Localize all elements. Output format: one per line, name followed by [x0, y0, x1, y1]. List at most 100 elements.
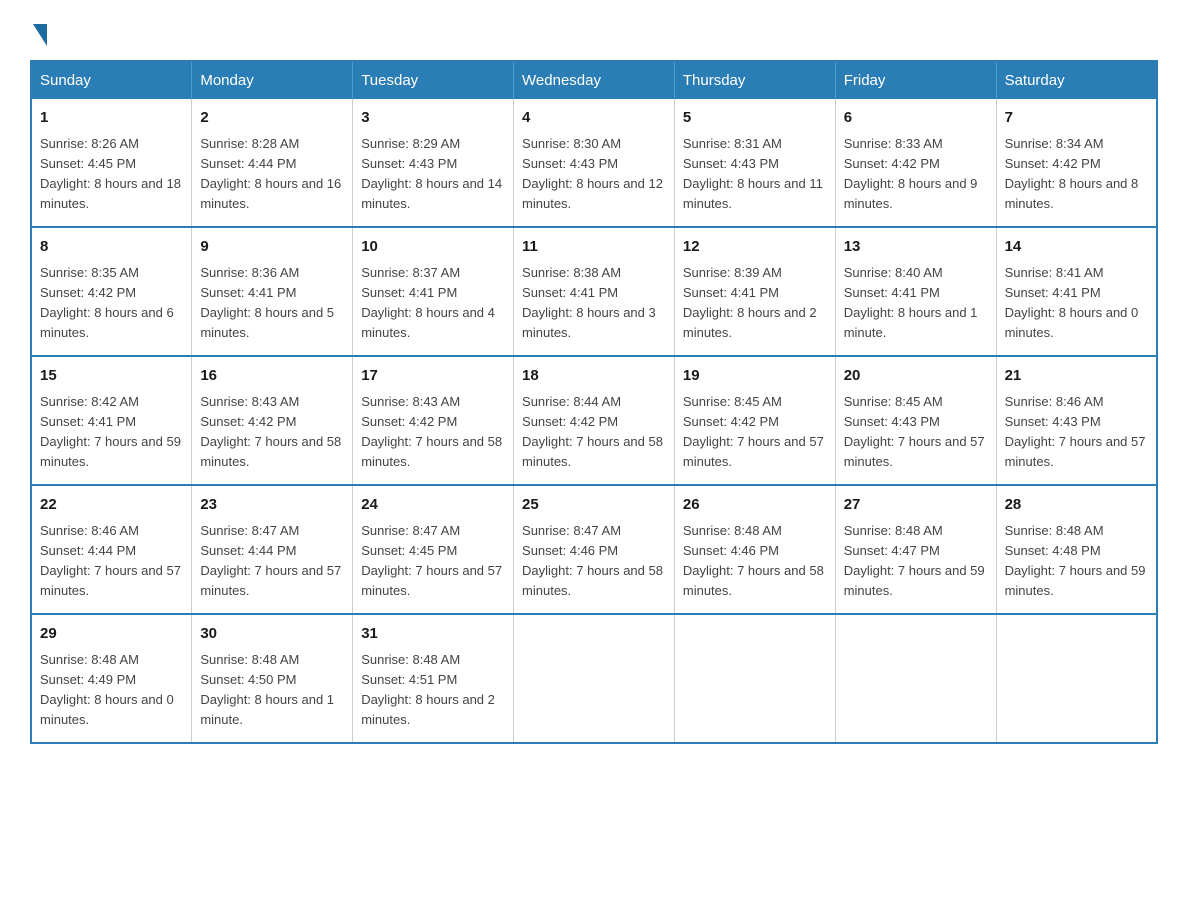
- calendar-day-cell: 21Sunrise: 8:46 AMSunset: 4:43 PMDayligh…: [996, 356, 1157, 485]
- day-number: 9: [200, 236, 344, 259]
- day-info: Sunrise: 8:34 AMSunset: 4:42 PMDaylight:…: [1005, 134, 1148, 215]
- day-of-week-header: Thursday: [674, 61, 835, 99]
- day-number: 26: [683, 494, 827, 517]
- day-number: 25: [522, 494, 666, 517]
- logo-triangle-icon: [33, 24, 47, 46]
- day-info: Sunrise: 8:48 AMSunset: 4:49 PMDaylight:…: [40, 650, 183, 731]
- calendar-day-cell: 13Sunrise: 8:40 AMSunset: 4:41 PMDayligh…: [835, 227, 996, 356]
- calendar-day-cell: 10 Sunrise: 8:37 AMSunset: 4:41 PMDayligh…: [353, 227, 514, 356]
- day-number: 11: [522, 236, 666, 259]
- day-of-week-header: Wednesday: [514, 61, 675, 99]
- calendar-week-row: 29 Sunrise: 8:48 AMSunset: 4:49 PMDayligh…: [31, 614, 1157, 743]
- day-number: 14: [1005, 236, 1148, 259]
- day-of-week-header: Tuesday: [353, 61, 514, 99]
- day-info: Sunrise: 8:47 AMSunset: 4:45 PMDaylight:…: [361, 521, 505, 602]
- calendar-day-cell: 4Sunrise: 8:30 AMSunset: 4:43 PMDaylight…: [514, 99, 675, 227]
- calendar-week-row: 22 Sunrise: 8:46 AMSunset: 4:44 PMDayligh…: [31, 485, 1157, 614]
- day-number: 10: [361, 236, 505, 259]
- calendar-day-cell: 29 Sunrise: 8:48 AMSunset: 4:49 PMDayligh…: [31, 614, 192, 743]
- day-number: 30: [200, 623, 344, 646]
- calendar-day-cell: 26 Sunrise: 8:48 AMSunset: 4:46 PMDayligh…: [674, 485, 835, 614]
- page-header: [30, 20, 1158, 42]
- calendar-week-row: 8 Sunrise: 8:35 AMSunset: 4:42 PMDaylight…: [31, 227, 1157, 356]
- day-info: Sunrise: 8:29 AMSunset: 4:43 PMDaylight:…: [361, 134, 505, 215]
- calendar-body: 1Sunrise: 8:26 AMSunset: 4:45 PMDaylight…: [31, 99, 1157, 743]
- day-number: 3: [361, 107, 505, 130]
- day-number: 16: [200, 365, 344, 388]
- day-info: Sunrise: 8:36 AMSunset: 4:41 PMDaylight:…: [200, 263, 344, 344]
- calendar-day-cell: 18 Sunrise: 8:44 AMSunset: 4:42 PMDayligh…: [514, 356, 675, 485]
- calendar-day-cell: 24 Sunrise: 8:47 AMSunset: 4:45 PMDayligh…: [353, 485, 514, 614]
- day-info: Sunrise: 8:43 AMSunset: 4:42 PMDaylight:…: [200, 392, 344, 473]
- calendar-day-cell: 7 Sunrise: 8:34 AMSunset: 4:42 PMDaylight…: [996, 99, 1157, 227]
- calendar-day-cell: 9 Sunrise: 8:36 AMSunset: 4:41 PMDaylight…: [192, 227, 353, 356]
- calendar-day-cell: 22 Sunrise: 8:46 AMSunset: 4:44 PMDayligh…: [31, 485, 192, 614]
- day-number: 5: [683, 107, 827, 130]
- day-of-week-header: Sunday: [31, 61, 192, 99]
- calendar-day-cell: [514, 614, 675, 743]
- day-info: Sunrise: 8:38 AMSunset: 4:41 PMDaylight:…: [522, 263, 666, 344]
- day-number: 19: [683, 365, 827, 388]
- calendar-day-cell: 8 Sunrise: 8:35 AMSunset: 4:42 PMDaylight…: [31, 227, 192, 356]
- day-number: 21: [1005, 365, 1148, 388]
- day-info: Sunrise: 8:45 AMSunset: 4:43 PMDaylight:…: [844, 392, 988, 473]
- day-info: Sunrise: 8:43 AMSunset: 4:42 PMDaylight:…: [361, 392, 505, 473]
- calendar-day-cell: 23Sunrise: 8:47 AMSunset: 4:44 PMDayligh…: [192, 485, 353, 614]
- day-info: Sunrise: 8:37 AMSunset: 4:41 PMDaylight:…: [361, 263, 505, 344]
- day-number: 18: [522, 365, 666, 388]
- day-info: Sunrise: 8:33 AMSunset: 4:42 PMDaylight:…: [844, 134, 988, 215]
- day-number: 27: [844, 494, 988, 517]
- day-info: Sunrise: 8:40 AMSunset: 4:41 PMDaylight:…: [844, 263, 988, 344]
- logo: [30, 20, 47, 42]
- day-info: Sunrise: 8:46 AMSunset: 4:44 PMDaylight:…: [40, 521, 183, 602]
- day-info: Sunrise: 8:41 AMSunset: 4:41 PMDaylight:…: [1005, 263, 1148, 344]
- calendar-day-cell: 2 Sunrise: 8:28 AMSunset: 4:44 PMDaylight…: [192, 99, 353, 227]
- day-info: Sunrise: 8:35 AMSunset: 4:42 PMDaylight:…: [40, 263, 183, 344]
- calendar-day-cell: 14 Sunrise: 8:41 AMSunset: 4:41 PMDayligh…: [996, 227, 1157, 356]
- day-info: Sunrise: 8:48 AMSunset: 4:46 PMDaylight:…: [683, 521, 827, 602]
- day-number: 20: [844, 365, 988, 388]
- calendar-day-cell: 6 Sunrise: 8:33 AMSunset: 4:42 PMDaylight…: [835, 99, 996, 227]
- calendar-day-cell: 15 Sunrise: 8:42 AMSunset: 4:41 PMDayligh…: [31, 356, 192, 485]
- day-info: Sunrise: 8:45 AMSunset: 4:42 PMDaylight:…: [683, 392, 827, 473]
- day-of-week-header: Monday: [192, 61, 353, 99]
- calendar-table: SundayMondayTuesdayWednesdayThursdayFrid…: [30, 60, 1158, 744]
- day-info: Sunrise: 8:44 AMSunset: 4:42 PMDaylight:…: [522, 392, 666, 473]
- calendar-day-cell: 28 Sunrise: 8:48 AMSunset: 4:48 PMDayligh…: [996, 485, 1157, 614]
- day-info: Sunrise: 8:28 AMSunset: 4:44 PMDaylight:…: [200, 134, 344, 215]
- day-of-week-header: Friday: [835, 61, 996, 99]
- calendar-week-row: 1Sunrise: 8:26 AMSunset: 4:45 PMDaylight…: [31, 99, 1157, 227]
- calendar-day-cell: 25Sunrise: 8:47 AMSunset: 4:46 PMDayligh…: [514, 485, 675, 614]
- calendar-day-cell: 12Sunrise: 8:39 AMSunset: 4:41 PMDayligh…: [674, 227, 835, 356]
- day-number: 6: [844, 107, 988, 130]
- day-number: 2: [200, 107, 344, 130]
- day-number: 8: [40, 236, 183, 259]
- calendar-day-cell: [835, 614, 996, 743]
- calendar-day-cell: 17Sunrise: 8:43 AMSunset: 4:42 PMDayligh…: [353, 356, 514, 485]
- day-number: 7: [1005, 107, 1148, 130]
- day-info: Sunrise: 8:48 AMSunset: 4:47 PMDaylight:…: [844, 521, 988, 602]
- day-of-week-header: Saturday: [996, 61, 1157, 99]
- day-info: Sunrise: 8:48 AMSunset: 4:50 PMDaylight:…: [200, 650, 344, 731]
- calendar-header-row: SundayMondayTuesdayWednesdayThursdayFrid…: [31, 61, 1157, 99]
- day-number: 23: [200, 494, 344, 517]
- day-info: Sunrise: 8:31 AMSunset: 4:43 PMDaylight:…: [683, 134, 827, 215]
- day-number: 29: [40, 623, 183, 646]
- calendar-day-cell: 11 Sunrise: 8:38 AMSunset: 4:41 PMDayligh…: [514, 227, 675, 356]
- day-number: 12: [683, 236, 827, 259]
- day-info: Sunrise: 8:42 AMSunset: 4:41 PMDaylight:…: [40, 392, 183, 473]
- day-info: Sunrise: 8:48 AMSunset: 4:51 PMDaylight:…: [361, 650, 505, 731]
- day-number: 4: [522, 107, 666, 130]
- calendar-day-cell: [996, 614, 1157, 743]
- calendar-day-cell: 1Sunrise: 8:26 AMSunset: 4:45 PMDaylight…: [31, 99, 192, 227]
- calendar-day-cell: 31Sunrise: 8:48 AMSunset: 4:51 PMDayligh…: [353, 614, 514, 743]
- day-number: 15: [40, 365, 183, 388]
- calendar-day-cell: [674, 614, 835, 743]
- day-info: Sunrise: 8:48 AMSunset: 4:48 PMDaylight:…: [1005, 521, 1148, 602]
- calendar-day-cell: 19 Sunrise: 8:45 AMSunset: 4:42 PMDayligh…: [674, 356, 835, 485]
- day-number: 22: [40, 494, 183, 517]
- day-number: 28: [1005, 494, 1148, 517]
- day-number: 24: [361, 494, 505, 517]
- calendar-day-cell: 16 Sunrise: 8:43 AMSunset: 4:42 PMDayligh…: [192, 356, 353, 485]
- calendar-day-cell: 3 Sunrise: 8:29 AMSunset: 4:43 PMDaylight…: [353, 99, 514, 227]
